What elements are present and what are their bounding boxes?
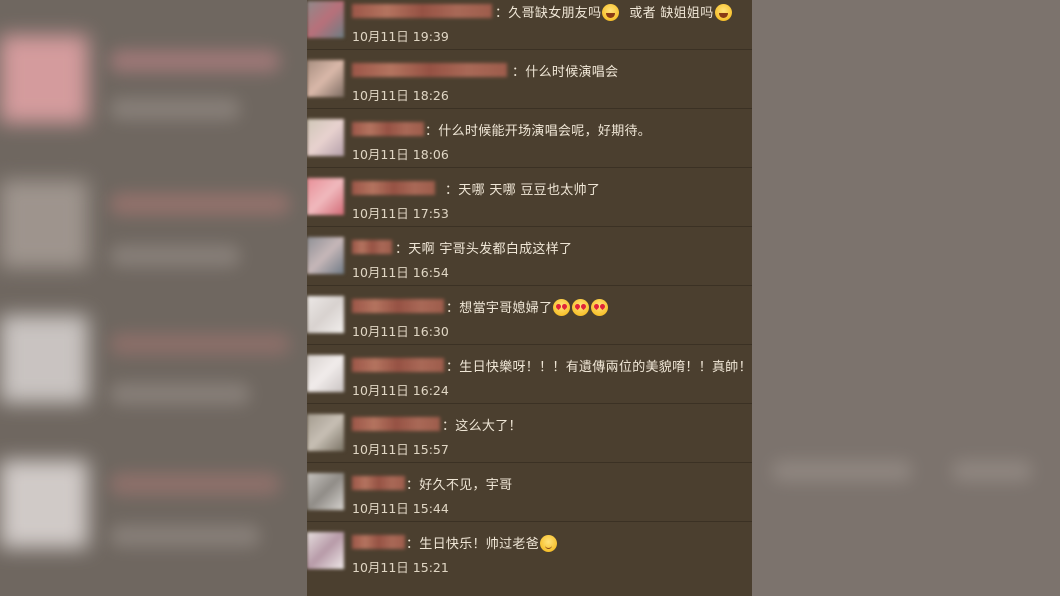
comment-text: ：久哥缺女朋友吗 或者 缺姐姐吗 xyxy=(495,2,733,21)
username-redacted[interactable] xyxy=(352,417,440,431)
username-redacted[interactable] xyxy=(352,63,507,77)
blurred-bar xyxy=(952,460,1032,482)
username-redacted[interactable] xyxy=(352,358,444,372)
blurred-avatar xyxy=(0,460,88,548)
avatar[interactable] xyxy=(307,414,344,451)
blurred-bar xyxy=(110,525,260,547)
username-redacted[interactable] xyxy=(352,476,405,490)
username-redacted[interactable] xyxy=(352,4,492,18)
comment-text-part: ：生日快乐！帅过老爸 xyxy=(406,537,540,552)
comment-text-part: ：久哥缺女朋友吗 xyxy=(495,6,602,21)
blurred-avatar xyxy=(0,315,88,403)
comment-text: ：什么时候演唱会 xyxy=(512,65,619,80)
list-item: ：这么大了！ 10月11日 15:57 xyxy=(307,404,752,463)
comment-text: ：天啊 宇哥头发都白成这样了 xyxy=(395,242,573,257)
username-redacted[interactable] xyxy=(352,122,424,136)
comment-text: ：这么大了！ xyxy=(442,419,522,434)
avatar[interactable] xyxy=(307,355,344,392)
heart-eyes-icon xyxy=(553,299,571,316)
blurred-bar xyxy=(110,333,290,355)
smile-icon xyxy=(540,535,558,552)
comment-text: ：好久不见，宇哥 xyxy=(406,478,513,493)
comment-time: 10月11日 16:30 xyxy=(352,324,449,339)
comment-time: 10月11日 18:26 xyxy=(352,88,449,103)
username-redacted[interactable] xyxy=(352,535,405,549)
blurred-background-left xyxy=(0,0,307,596)
blurred-bar xyxy=(110,50,280,72)
blurred-bar xyxy=(772,460,912,482)
list-item: ：生日快樂呀！！！有遺傳兩位的美貌唷！！真帥！ 10月11日 16:24 xyxy=(307,345,752,404)
laugh-icon xyxy=(714,4,732,21)
blurred-row xyxy=(0,305,307,423)
blurred-row xyxy=(0,20,307,138)
blurred-bar xyxy=(110,98,240,120)
comment-time: 10月11日 15:57 xyxy=(352,442,449,457)
comment-text: ：生日快樂呀！！！有遺傳兩位的美貌唷！！真帥！ xyxy=(446,360,752,375)
avatar[interactable] xyxy=(307,60,344,97)
avatar[interactable] xyxy=(307,473,344,510)
list-item: ：天哪 天哪 豆豆也太帅了 10月11日 17:53 xyxy=(307,168,752,227)
comment-time: 10月11日 16:24 xyxy=(352,383,449,398)
comment-time: 10月11日 18:06 xyxy=(352,147,449,162)
blurred-bar xyxy=(110,383,250,405)
laugh-icon xyxy=(602,4,620,21)
list-item: ：什么时候能开场演唱会呢，好期待。 10月11日 18:06 xyxy=(307,109,752,168)
heart-eyes-icon xyxy=(591,299,609,316)
blurred-background-right xyxy=(752,0,1060,596)
comment-time: 10月11日 17:53 xyxy=(352,206,449,221)
username-redacted[interactable] xyxy=(352,181,435,195)
blurred-bar xyxy=(110,473,280,495)
comment-text: ：想當宇哥媳婦了 xyxy=(446,297,609,316)
list-item: ：生日快乐！帅过老爸 10月11日 15:21 xyxy=(307,522,752,580)
list-item: ：想當宇哥媳婦了 10月11日 16:30 xyxy=(307,286,752,345)
list-item: ：天啊 宇哥头发都白成这样了 10月11日 16:54 xyxy=(307,227,752,286)
blurred-row xyxy=(0,165,307,283)
comment-time: 10月11日 15:21 xyxy=(352,560,449,575)
blurred-row xyxy=(0,445,307,563)
comment-text-part: ：想當宇哥媳婦了 xyxy=(446,301,553,316)
comment-text: ：生日快乐！帅过老爸 xyxy=(406,533,558,552)
list-item: ：久哥缺女朋友吗 或者 缺姐姐吗 10月11日 19:39 xyxy=(307,0,752,50)
avatar[interactable] xyxy=(307,119,344,156)
avatar[interactable] xyxy=(307,532,344,569)
comment-text: ：什么时候能开场演唱会呢，好期待。 xyxy=(425,124,652,139)
avatar[interactable] xyxy=(307,1,344,38)
avatar[interactable] xyxy=(307,178,344,215)
blurred-avatar xyxy=(0,35,88,123)
avatar[interactable] xyxy=(307,296,344,333)
list-item: ：好久不见，宇哥 10月11日 15:44 xyxy=(307,463,752,522)
comment-time: 10月11日 15:44 xyxy=(352,501,449,516)
comment-text: ：天哪 天哪 豆豆也太帅了 xyxy=(445,183,601,198)
blurred-bar xyxy=(110,245,240,267)
comment-list: ：久哥缺女朋友吗 或者 缺姐姐吗 10月11日 19:39 ：什么时候演唱会 1… xyxy=(307,0,752,596)
avatar[interactable] xyxy=(307,237,344,274)
username-redacted[interactable] xyxy=(352,240,392,254)
username-redacted[interactable] xyxy=(352,299,444,313)
blurred-bar xyxy=(110,193,290,215)
comment-time: 10月11日 19:39 xyxy=(352,29,449,44)
list-item: ：什么时候演唱会 10月11日 18:26 xyxy=(307,50,752,109)
blurred-avatar xyxy=(0,180,88,268)
comment-time: 10月11日 16:54 xyxy=(352,265,449,280)
comment-text-part: 或者 缺姐姐吗 xyxy=(629,6,714,21)
heart-eyes-icon xyxy=(572,299,590,316)
